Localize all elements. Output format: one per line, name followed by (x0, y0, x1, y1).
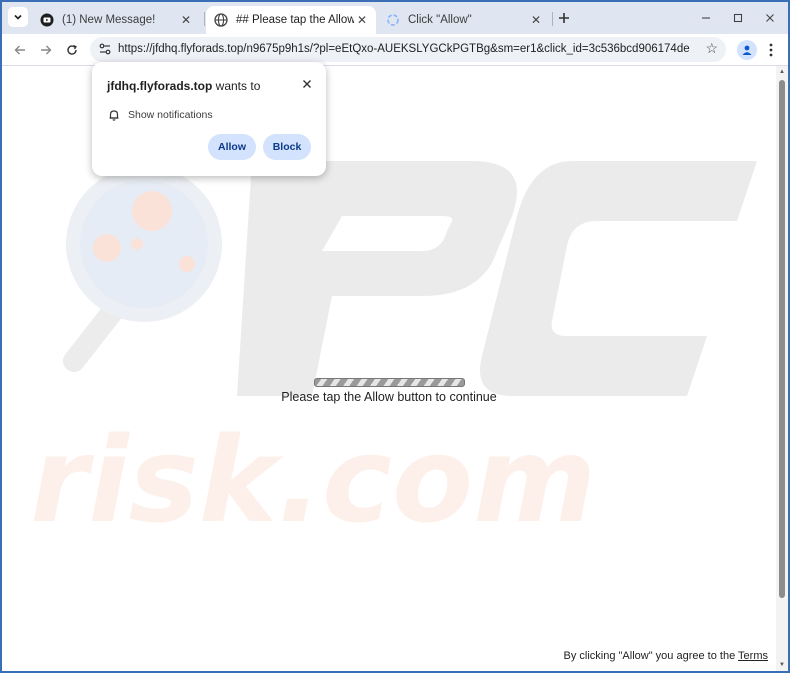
bookmark-star-icon[interactable]: ☆ (705, 40, 718, 57)
close-icon (766, 14, 774, 22)
popup-domain: jfdhq.flyforads.top (107, 79, 213, 93)
scroll-down-arrow-icon[interactable]: ▼ (778, 661, 786, 669)
scroll-thumb[interactable] (779, 80, 785, 598)
footer-terms-note: By clicking "Allow" you agree to the Ter… (564, 650, 768, 662)
loading-progress-bar (314, 378, 465, 387)
arrow-left-icon (14, 45, 25, 55)
tab-separator (552, 12, 553, 26)
tab-separator (204, 12, 205, 26)
close-tab-icon[interactable]: ✕ (528, 12, 544, 28)
new-tab-button[interactable] (554, 8, 574, 28)
loading-icon (386, 13, 400, 27)
svg-text:risk.com: risk.com (30, 411, 596, 549)
arrow-right-icon (41, 45, 52, 55)
reload-button[interactable] (62, 40, 82, 60)
minimize-icon (702, 17, 710, 19)
minimize-button[interactable] (696, 8, 716, 28)
popup-close-button[interactable] (302, 77, 312, 92)
window-close-button[interactable] (760, 8, 780, 28)
tab-title: ## Please tap the Allow button (236, 14, 354, 26)
maximize-icon (733, 13, 743, 23)
tab-title: (1) New Message! (62, 14, 156, 26)
browser-window: (1) New Message! ✕ ## Please tap the All… (0, 0, 790, 673)
popup-title: jfdhq.flyforads.top wants to (107, 79, 260, 93)
tab-search-button[interactable] (8, 7, 28, 27)
permission-row: Show notifications (107, 108, 213, 122)
forward-button[interactable] (36, 40, 56, 60)
address-bar[interactable]: https://jfdhq.flyforads.top/n9675p9h1s/?… (90, 37, 726, 62)
allow-button[interactable]: Allow (208, 134, 256, 160)
tab-click-allow[interactable]: Click "Allow" ✕ (378, 6, 550, 34)
tab-title: Click "Allow" (408, 14, 472, 26)
permission-label: Show notifications (128, 109, 213, 121)
close-icon (303, 80, 311, 88)
plus-icon (559, 13, 569, 23)
bell-icon (109, 110, 119, 121)
notification-permission-popup: jfdhq.flyforads.top wants to Show notifi… (92, 62, 326, 176)
chevron-down-icon (14, 14, 22, 20)
close-tab-icon[interactable]: ✕ (354, 12, 370, 28)
terms-link[interactable]: Terms (738, 650, 768, 662)
more-vert-icon (769, 43, 773, 57)
tab-please-tap-allow[interactable]: ## Please tap the Allow button ✕ (206, 6, 376, 34)
vertical-scrollbar[interactable]: ▲ ▼ (776, 66, 788, 671)
block-button[interactable]: Block (263, 134, 311, 160)
profile-button[interactable] (737, 40, 757, 60)
tab-new-message[interactable]: (1) New Message! ✕ (32, 6, 200, 34)
url-text[interactable]: https://jfdhq.flyforads.top/n9675p9h1s/?… (118, 43, 690, 55)
close-tab-icon[interactable]: ✕ (178, 12, 194, 28)
tab-strip: (1) New Message! ✕ ## Please tap the All… (2, 2, 788, 34)
footer-text: By clicking "Allow" you agree to the (563, 650, 736, 662)
person-icon (742, 45, 752, 55)
youtube-icon (40, 13, 54, 27)
popup-wants-to: wants to (215, 79, 261, 93)
browser-menu-button[interactable] (764, 40, 778, 60)
continue-message: Please tap the Allow button to continue (281, 390, 497, 404)
globe-icon (214, 13, 228, 27)
maximize-button[interactable] (728, 8, 748, 28)
reload-icon (67, 44, 77, 55)
site-settings-icon[interactable] (98, 42, 112, 56)
scroll-up-arrow-icon[interactable]: ▲ (778, 68, 786, 76)
back-button[interactable] (10, 40, 30, 60)
